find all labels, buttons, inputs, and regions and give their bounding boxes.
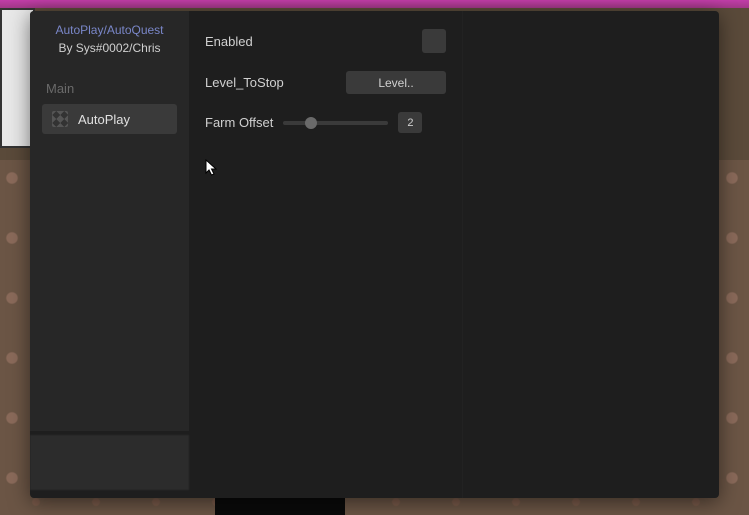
slider-thumb[interactable] (305, 117, 317, 129)
level-to-stop-dropdown[interactable]: Level.. (346, 71, 446, 94)
bg-top-bar (0, 0, 749, 8)
settings-panel: AutoPlay/AutoQuest By Sys#0002/Chris Mai… (30, 11, 719, 498)
sidebar-item-label: AutoPlay (78, 112, 130, 127)
level-to-stop-label: Level_ToStop (205, 75, 284, 90)
content-column-left: Enabled Level_ToStop Level.. Farm Offset… (189, 11, 463, 498)
enabled-label: Enabled (205, 34, 253, 49)
farm-offset-value: 2 (398, 112, 422, 133)
content-area: Enabled Level_ToStop Level.. Farm Offset… (189, 11, 719, 498)
enabled-toggle[interactable] (422, 29, 446, 53)
panel-title: AutoPlay/AutoQuest (30, 21, 189, 39)
row-farm-offset: Farm Offset 2 (205, 112, 446, 133)
row-enabled: Enabled (205, 29, 446, 53)
row-level-to-stop: Level_ToStop Level.. (205, 71, 446, 94)
sidebar: AutoPlay/AutoQuest By Sys#0002/Chris Mai… (30, 11, 189, 431)
sidebar-item-autoplay[interactable]: AutoPlay (42, 104, 177, 134)
farm-offset-slider[interactable] (283, 121, 388, 125)
sidebar-section-main: Main (30, 73, 189, 102)
grid-icon (52, 111, 68, 127)
content-column-right (463, 11, 719, 498)
sidebar-footer-blur (30, 435, 189, 490)
panel-subtitle: By Sys#0002/Chris (30, 39, 189, 73)
farm-offset-label: Farm Offset (205, 115, 273, 130)
